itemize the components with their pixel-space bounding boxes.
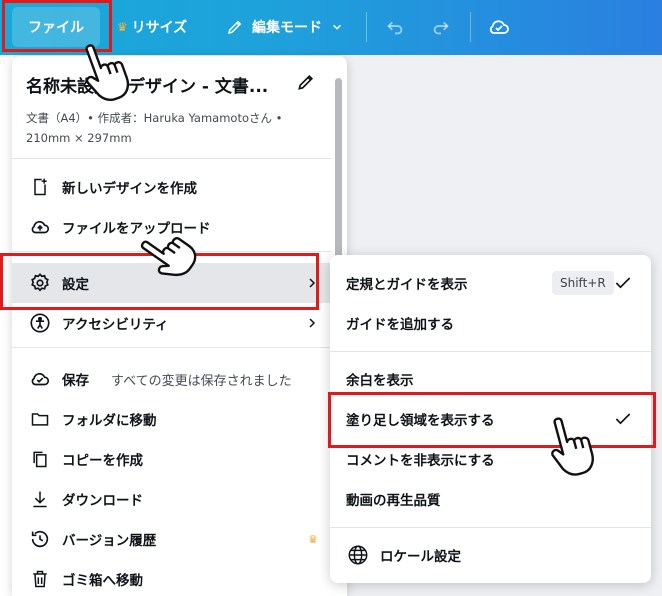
copy-icon bbox=[28, 447, 52, 471]
menu-item-new-design[interactable]: 新しいデザインを作成 bbox=[12, 167, 332, 207]
chevron-right-icon bbox=[309, 318, 316, 328]
pointer-hand-icon bbox=[85, 44, 130, 102]
pencil-icon bbox=[227, 20, 242, 35]
toolbar-divider bbox=[366, 12, 367, 42]
resize-label: リサイズ bbox=[131, 20, 188, 36]
redo-icon[interactable] bbox=[428, 14, 454, 40]
submenu-item-label: 定規とガイドを表示 bbox=[346, 277, 468, 293]
menu-item-trash[interactable]: ゴミ箱へ移動 bbox=[12, 559, 332, 596]
submenu-item-add-guide[interactable]: ガイドを追加する bbox=[330, 303, 651, 343]
menu-item-label: ダウンロード bbox=[62, 493, 143, 509]
submenu-item-label: コメントを非表示にする bbox=[346, 453, 495, 469]
menu-item-move-folder[interactable]: フォルダに移動 bbox=[12, 399, 332, 439]
trash-icon bbox=[28, 567, 52, 591]
download-icon bbox=[28, 487, 52, 511]
cloud-check-icon[interactable] bbox=[486, 14, 512, 40]
pointer-hand-icon bbox=[551, 417, 594, 476]
menu-item-label: コピーを作成 bbox=[62, 453, 143, 469]
toolbar-divider bbox=[470, 12, 471, 42]
history-icon bbox=[28, 527, 52, 551]
pencil-icon[interactable] bbox=[296, 72, 316, 92]
menu-divider bbox=[12, 347, 332, 348]
menu-scrollbar[interactable] bbox=[335, 78, 342, 268]
submenu-divider bbox=[330, 351, 651, 352]
menu-item-save[interactable]: 保存 すべての変更は保存されました bbox=[12, 359, 332, 399]
undo-icon[interactable] bbox=[382, 14, 408, 40]
crown-icon: ♛ bbox=[116, 20, 128, 34]
menu-item-copy[interactable]: コピーを作成 bbox=[12, 439, 332, 479]
cloud-check-icon bbox=[28, 367, 52, 391]
submenu-item-label: ロケール設定 bbox=[380, 549, 461, 565]
add-page-icon bbox=[28, 175, 52, 199]
chevron-down-icon bbox=[332, 24, 342, 30]
menu-item-label: ゴミ箱へ移動 bbox=[62, 573, 143, 589]
file-menu: 名称未設定のデザイン - 文書... 文書（A4）• 作成者：Haruka Ya… bbox=[12, 56, 347, 596]
submenu-item-video-quality[interactable]: 動画の再生品質 bbox=[330, 479, 651, 519]
highlight-frame-bleed bbox=[328, 392, 656, 448]
menu-item-label: バージョン履歴 bbox=[62, 533, 157, 549]
submenu-divider bbox=[330, 527, 651, 528]
edit-mode-button[interactable]: 編集モード bbox=[220, 7, 350, 47]
design-title[interactable]: 名称未設定のデザイン - 文書... bbox=[26, 72, 268, 97]
cloud-upload-icon bbox=[28, 215, 52, 239]
save-status: すべての変更は保存されました bbox=[111, 373, 292, 389]
menu-item-label: 保存 bbox=[62, 373, 89, 389]
menu-divider bbox=[12, 158, 332, 159]
submenu-item-label: 動画の再生品質 bbox=[346, 493, 441, 509]
menu-item-download[interactable]: ダウンロード bbox=[12, 479, 332, 519]
globe-icon bbox=[346, 543, 370, 567]
accessibility-icon bbox=[28, 311, 52, 335]
submenu-item-locale[interactable]: ロケール設定 bbox=[330, 535, 651, 575]
edit-mode-label: 編集モード bbox=[252, 20, 322, 36]
submenu-item-rulers-guides[interactable]: 定規とガイドを表示 Shift+R bbox=[330, 263, 651, 303]
crown-icon: ♛ bbox=[308, 532, 318, 546]
menu-item-label: フォルダに移動 bbox=[62, 413, 157, 429]
shortcut-badge: Shift+R bbox=[552, 271, 614, 295]
pointer-hand-icon bbox=[140, 237, 197, 277]
menu-item-version-history[interactable]: バージョン履歴 ♛ bbox=[12, 519, 332, 559]
check-icon bbox=[615, 277, 631, 289]
submenu-item-label: ガイドを追加する bbox=[346, 317, 454, 333]
menu-item-label: 新しいデザインを作成 bbox=[62, 181, 197, 197]
menu-item-label: アクセシビリティ bbox=[62, 317, 169, 333]
submenu-item-label: 余白を表示 bbox=[346, 373, 414, 389]
folder-icon bbox=[28, 407, 52, 431]
design-meta: 文書（A4）• 作成者：Haruka Yamamotoさん • 210mm × … bbox=[26, 111, 283, 145]
